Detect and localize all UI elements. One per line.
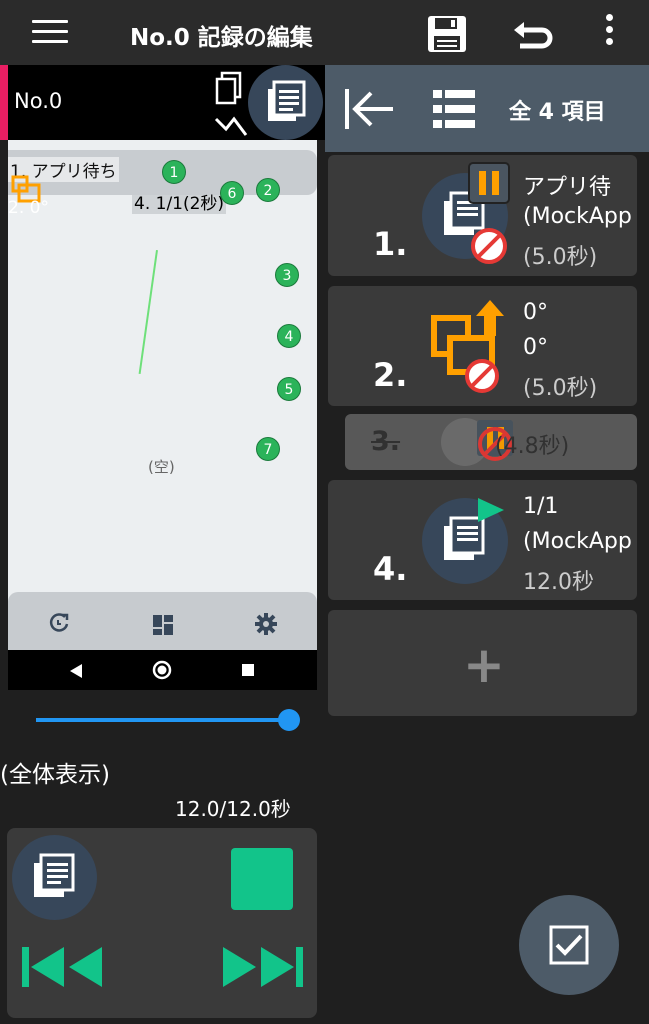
preview-header: No.0	[0, 65, 325, 140]
more-vert-icon[interactable]	[600, 14, 618, 50]
nav-back-icon[interactable]	[69, 663, 83, 679]
record-number: No.0	[14, 89, 63, 113]
rotate-screen-icon	[431, 300, 504, 393]
step-number: 2.	[373, 356, 408, 394]
dashboard-icon[interactable]	[152, 614, 174, 636]
step-number: 3.	[371, 426, 401, 457]
steps-header: 全 4 項目	[325, 65, 649, 152]
caption-rotation: 2. 0°	[8, 198, 49, 218]
list-icon[interactable]	[433, 90, 475, 128]
empty-label: (空)	[148, 458, 175, 476]
menu-icon[interactable]	[32, 20, 68, 46]
device-dock	[8, 592, 317, 650]
touch-point: 7	[256, 437, 280, 461]
step-line2: 0°	[523, 335, 548, 360]
preview-panel: No.0 1. アプリ待ち 2. 0° 4. 1/1(2秒) 1 6 2 3 4…	[0, 65, 325, 1024]
touch-point: 2	[256, 178, 280, 202]
step-card[interactable]: 4. 1/1 (MockApp 12.0秒	[328, 480, 637, 600]
step-line3: (5.0秒)	[523, 376, 598, 401]
log-icon	[34, 853, 75, 897]
page-title: No.0 記録の編集	[130, 25, 313, 51]
step-card[interactable]: 1. アプリ待 (MockApp (5.0秒)	[328, 155, 637, 276]
stop-button[interactable]	[231, 848, 293, 910]
log-icon	[268, 80, 306, 121]
step-line2: (MockApp	[523, 204, 632, 229]
refresh-icon[interactable]	[48, 612, 70, 634]
step-number: 4.	[373, 550, 408, 588]
app-bar: No.0 記録の編集	[0, 0, 649, 65]
touch-point: 3	[275, 263, 299, 287]
touch-point: 4	[277, 324, 301, 348]
plus-icon: +	[463, 636, 505, 694]
step-line3: (5.0秒)	[523, 245, 598, 270]
playback-time: 12.0/12.0秒	[175, 797, 291, 821]
caption-step4: 4. 1/1(2秒)	[132, 189, 227, 214]
rewind-to-start-icon[interactable]	[20, 945, 104, 989]
record-accent-bar	[0, 65, 8, 140]
undo-icon[interactable]	[512, 16, 554, 54]
collapse-left-icon[interactable]	[343, 87, 395, 131]
step-line1: 0°	[523, 300, 548, 325]
step-line1: アプリ待	[523, 175, 612, 200]
swipe-trace	[138, 250, 158, 375]
playback-slider-track[interactable]	[36, 718, 288, 722]
nav-recents-icon[interactable]	[241, 663, 255, 677]
step-line1: (4.8秒)	[495, 434, 570, 459]
step-line2: (MockApp	[523, 529, 632, 554]
system-nav-bar	[8, 650, 317, 690]
add-step-button[interactable]: +	[328, 610, 637, 716]
device-screen[interactable]: 1. アプリ待ち 2. 0° 4. 1/1(2秒) 1 6 2 3 4 5 7 …	[8, 140, 317, 650]
step-card-disabled[interactable]: 3. (4.8秒)	[345, 414, 637, 470]
pause-icon	[468, 162, 510, 204]
copy-swipe-icon[interactable]	[214, 71, 250, 143]
app-root: No.0 記録の編集 No.0 1. アプリ待ち 2. 0° 4. 1/1(2秒…	[0, 0, 649, 1024]
playback-controls	[7, 828, 317, 1018]
checkbox-icon	[549, 925, 589, 965]
touch-point: 1	[162, 160, 186, 184]
playback-slider-thumb[interactable]	[278, 709, 300, 731]
step-line1: 1/1	[523, 494, 559, 519]
save-icon[interactable]	[426, 14, 468, 58]
touch-point: 5	[277, 377, 301, 401]
step-card[interactable]: 2. 0° 0° (5.0秒)	[328, 286, 637, 406]
play-flag-icon	[478, 498, 504, 522]
step-count: 全 4 項目	[509, 100, 606, 125]
disabled-icon	[471, 228, 507, 264]
log-button[interactable]	[12, 835, 97, 920]
steps-panel: 全 4 項目 1. アプリ待 (MockApp (5.0秒) 2. 0° 0° …	[325, 65, 649, 1024]
step-number: 1.	[373, 225, 408, 263]
settings-icon[interactable]	[254, 612, 278, 636]
touch-point: 6	[220, 181, 244, 205]
view-mode-label[interactable]: (全体表示)	[0, 755, 110, 789]
step-line3: 12.0秒	[523, 570, 594, 595]
log-button[interactable]	[248, 65, 323, 140]
skip-to-end-icon[interactable]	[221, 945, 305, 989]
nav-home-icon[interactable]	[152, 660, 172, 680]
confirm-button[interactable]	[519, 895, 619, 995]
